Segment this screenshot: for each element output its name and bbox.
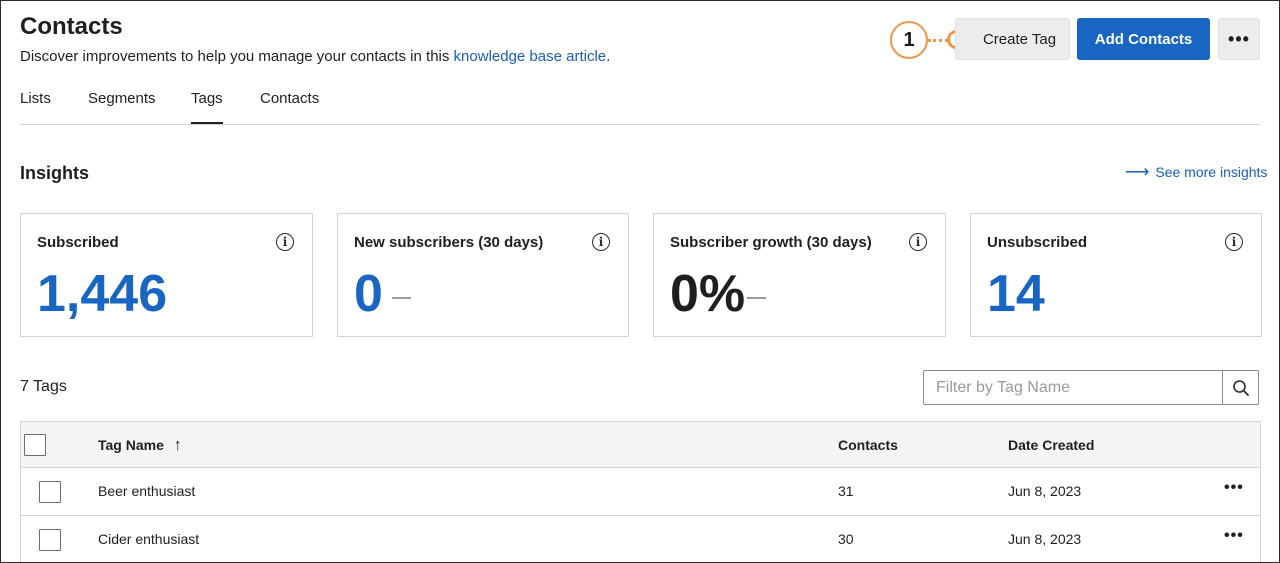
tag-filter-input[interactable] bbox=[923, 370, 1223, 405]
tag-name-cell[interactable]: Beer enthusiast bbox=[98, 483, 195, 499]
insight-card-unsubscribed: Unsubscribed i 14 bbox=[970, 213, 1262, 337]
tab-lists[interactable]: Lists bbox=[20, 90, 51, 124]
search-icon bbox=[1232, 379, 1249, 396]
row-checkbox[interactable] bbox=[39, 481, 61, 503]
card-label: Subscriber growth (30 days) bbox=[670, 234, 872, 251]
card-label: Subscribed bbox=[37, 234, 119, 251]
column-header-tag-name[interactable]: Tag Name ↑ bbox=[98, 437, 182, 455]
trend-dash-icon bbox=[747, 297, 766, 299]
column-header-date-created[interactable]: Date Created bbox=[1008, 437, 1094, 453]
arrow-right-icon: ⟶ bbox=[1125, 162, 1150, 181]
card-label: New subscribers (30 days) bbox=[354, 234, 544, 251]
insights-heading: Insights bbox=[20, 163, 90, 183]
page-subtitle: Discover improvements to help you manage… bbox=[20, 48, 610, 65]
callout-connector bbox=[928, 39, 948, 42]
sort-ascending-icon: ↑ bbox=[173, 437, 182, 454]
tag-count: 7 Tags bbox=[20, 378, 67, 395]
insight-card-new-subscribers: New subscribers (30 days) i 0 bbox=[337, 213, 629, 337]
see-more-label: See more insights bbox=[1155, 164, 1268, 180]
insight-card-subscribed: Subscribed i 1,446 bbox=[20, 213, 313, 337]
tags-table: Tag Name ↑ Contacts Date Created Beer ent… bbox=[20, 421, 1261, 562]
tab-bar: Lists Segments Tags Contacts bbox=[20, 89, 1261, 125]
see-more-insights-link[interactable]: ⟶ See more insights bbox=[1125, 162, 1268, 181]
card-label: Unsubscribed bbox=[987, 234, 1088, 251]
select-all-checkbox[interactable] bbox=[24, 434, 46, 456]
create-tag-button[interactable]: Create Tag bbox=[955, 18, 1070, 60]
tab-tags[interactable]: Tags bbox=[191, 90, 223, 124]
trend-dash-icon bbox=[392, 297, 411, 299]
tab-segments[interactable]: Segments bbox=[88, 90, 156, 124]
more-actions-button[interactable]: ••• bbox=[1218, 18, 1260, 60]
table-header: Tag Name ↑ Contacts Date Created bbox=[21, 421, 1260, 468]
info-icon[interactable]: i bbox=[1225, 233, 1243, 251]
card-value: 1,446 bbox=[37, 265, 168, 323]
date-created-cell: Jun 8, 2023 bbox=[1008, 531, 1082, 547]
info-icon[interactable]: i bbox=[909, 233, 927, 251]
contacts-page: Contacts Discover improvements to help y… bbox=[0, 0, 1280, 563]
row-more-icon[interactable]: ••• bbox=[1224, 479, 1244, 497]
row-checkbox[interactable] bbox=[39, 529, 61, 551]
column-header-contacts[interactable]: Contacts bbox=[838, 437, 898, 453]
table-row: Cider enthusiast 30 Jun 8, 2023 ••• bbox=[21, 516, 1260, 562]
row-more-icon[interactable]: ••• bbox=[1224, 527, 1244, 545]
subtitle-text: Discover improvements to help you manage… bbox=[20, 48, 454, 65]
search-button[interactable] bbox=[1222, 370, 1259, 405]
card-value: 14 bbox=[987, 265, 1045, 323]
date-created-cell: Jun 8, 2023 bbox=[1008, 483, 1082, 499]
card-value: 0 bbox=[354, 265, 383, 323]
page-title: Contacts bbox=[20, 13, 123, 40]
tab-contacts[interactable]: Contacts bbox=[260, 90, 319, 124]
info-icon[interactable]: i bbox=[276, 233, 294, 251]
table-row: Beer enthusiast 31 Jun 8, 2023 ••• bbox=[21, 468, 1260, 516]
callout-badge: 1 bbox=[890, 21, 928, 59]
contacts-cell: 31 bbox=[838, 483, 854, 499]
card-value: 0% bbox=[670, 265, 746, 323]
info-icon[interactable]: i bbox=[592, 233, 610, 251]
subtitle-period: . bbox=[606, 48, 611, 65]
add-contacts-button[interactable]: Add Contacts bbox=[1077, 18, 1210, 60]
knowledge-base-link[interactable]: knowledge base article bbox=[454, 48, 607, 65]
tag-name-cell[interactable]: Cider enthusiast bbox=[98, 531, 199, 547]
insight-card-subscriber-growth: Subscriber growth (30 days) i 0% bbox=[653, 213, 946, 337]
column-label: Tag Name bbox=[98, 437, 164, 453]
contacts-cell: 30 bbox=[838, 531, 854, 547]
